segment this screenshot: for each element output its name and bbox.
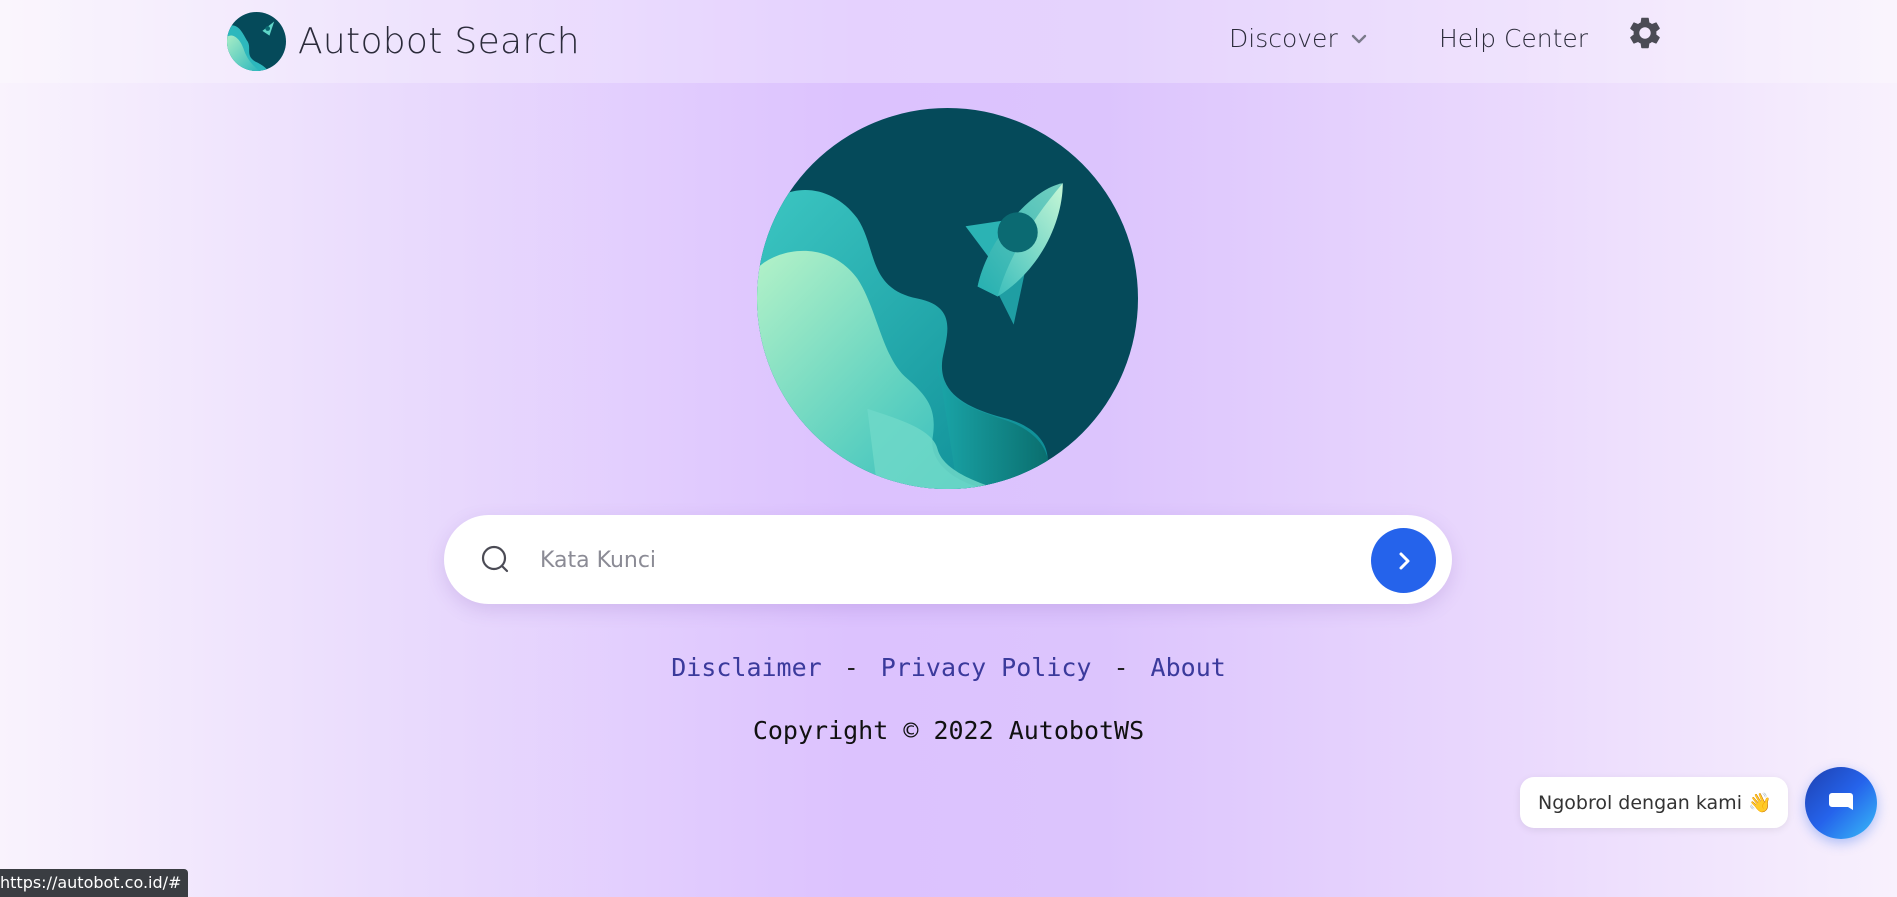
search-input[interactable] [540, 535, 1340, 585]
chevron-down-icon [1351, 34, 1366, 43]
brand-logo-icon [227, 11, 286, 71]
privacy-policy-link[interactable]: Privacy Policy [881, 653, 1092, 682]
search-icon [481, 545, 509, 573]
search-bar [444, 515, 1452, 604]
footer-links: Disclaimer - Privacy Policy - About [0, 653, 1897, 682]
gear-icon[interactable] [1626, 14, 1664, 52]
chevron-right-icon [1399, 552, 1409, 569]
help-center-link[interactable]: Help Center [1439, 24, 1588, 53]
chat-prompt-text: Ngobrol dengan kami [1538, 791, 1742, 814]
status-bar-url: https://autobot.co.id/# [0, 869, 188, 897]
brand[interactable]: Autobot Search [227, 11, 580, 71]
wave-emoji-icon: 👋 [1747, 792, 1772, 814]
brand-name: Autobot Search [298, 20, 580, 62]
about-link[interactable]: About [1151, 653, 1226, 682]
top-navbar: Autobot Search Discover Help Center [0, 0, 1897, 83]
discover-dropdown[interactable]: Discover [1229, 24, 1368, 53]
hero-rocket-logo [757, 108, 1138, 489]
copyright-text: Copyright © 2022 AutobotWS [752, 716, 1145, 745]
discover-label: Discover [1229, 24, 1338, 53]
chat-icon [1829, 793, 1853, 810]
link-separator: - [843, 653, 859, 682]
help-center-label: Help Center [1439, 24, 1589, 53]
search-submit-button[interactable] [1371, 528, 1436, 593]
chat-prompt-bubble[interactable]: Ngobrol dengan kami 👋 [1520, 777, 1788, 828]
link-separator: - [1113, 653, 1129, 682]
disclaimer-link[interactable]: Disclaimer [671, 653, 822, 682]
chat-open-button[interactable] [1805, 767, 1877, 839]
